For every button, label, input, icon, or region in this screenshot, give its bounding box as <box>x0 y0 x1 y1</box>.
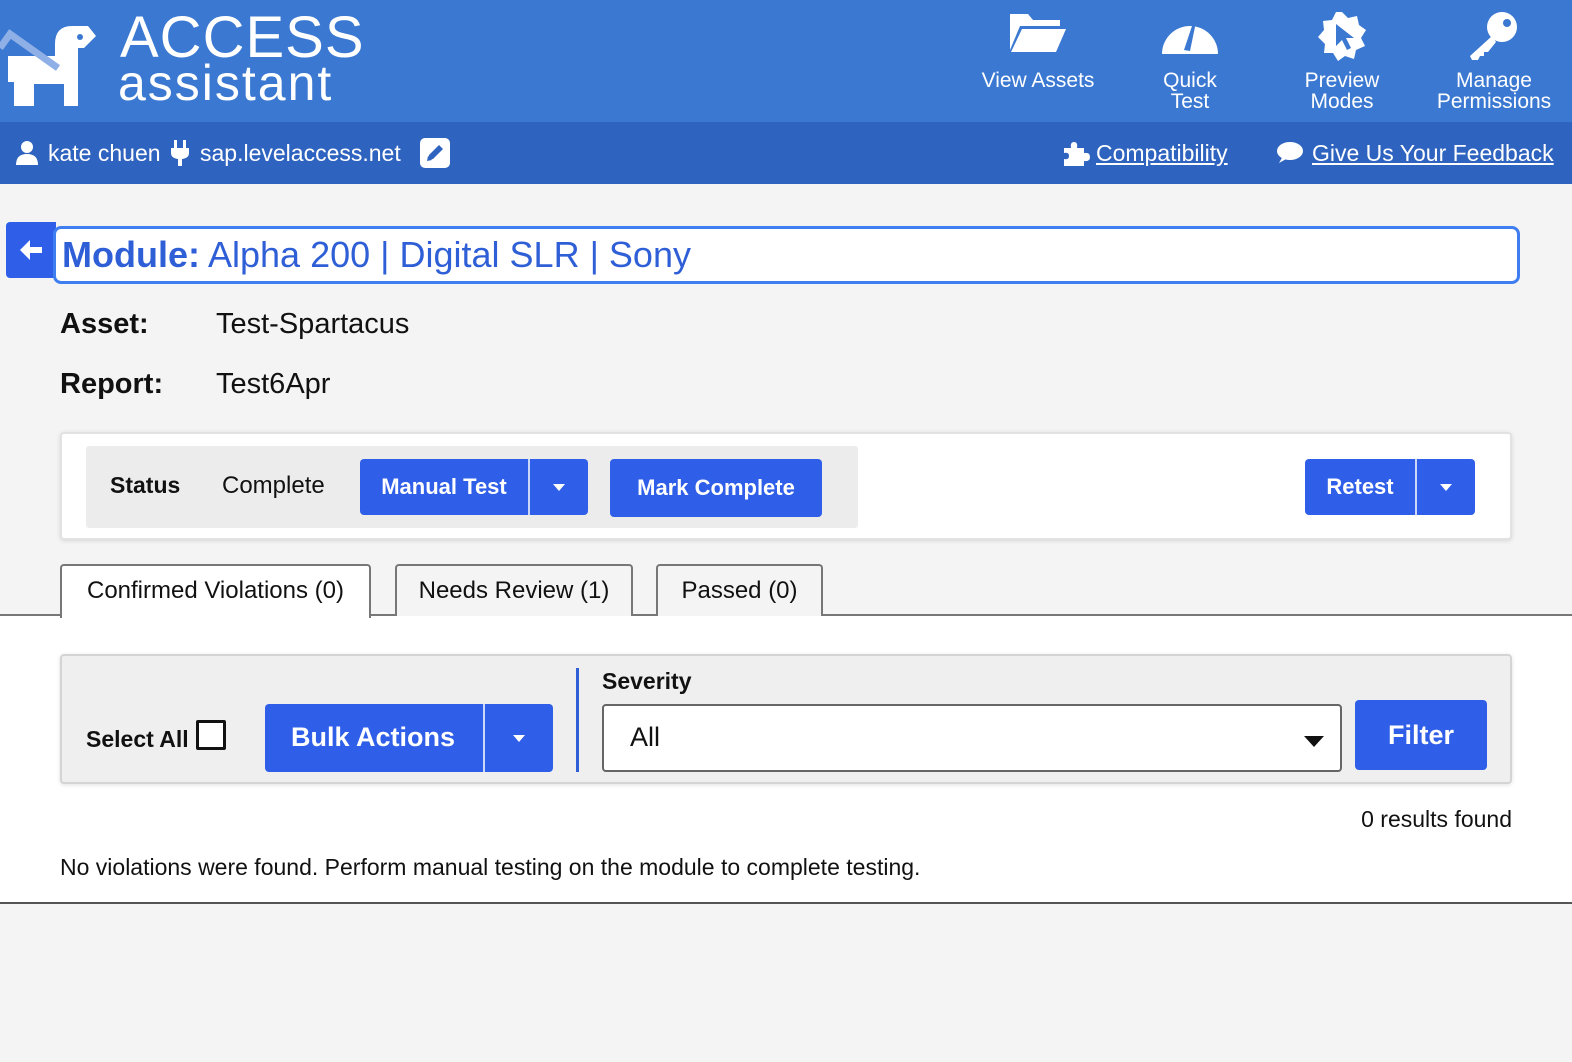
retest-button[interactable]: Retest <box>1305 459 1415 515</box>
tab-confirmed-violations[interactable]: Confirmed Violations (0) <box>60 564 371 618</box>
status-group: Status Complete Manual Test Mark Complet… <box>86 446 858 528</box>
manual-test-button[interactable]: Manual Test <box>360 459 528 515</box>
access-assistant-logo[interactable]: ACCESS assistant <box>0 0 364 122</box>
mark-complete-button[interactable]: Mark Complete <box>610 459 822 517</box>
key-icon <box>1470 12 1517 60</box>
user-name: kate chuen <box>48 140 161 166</box>
puzzle-icon <box>1064 142 1090 166</box>
results-count: 0 results found <box>1361 806 1512 832</box>
severity-selected-value: All <box>630 722 661 752</box>
results-content: Select All Bulk Actions Severity All Fil… <box>0 614 1572 904</box>
folder-open-icon <box>1010 14 1066 52</box>
filter-panel: Select All Bulk Actions Severity All Fil… <box>60 654 1512 784</box>
cursor-badge-icon <box>1318 12 1366 61</box>
select-all-checkbox[interactable] <box>196 720 226 750</box>
user-icon <box>16 141 38 165</box>
chat-bubble-icon <box>1277 142 1303 163</box>
bulk-actions-split-button: Bulk Actions <box>265 704 553 772</box>
nav-manage-permissions-label: Manage Permissions <box>1436 69 1552 113</box>
asset-label: Asset: <box>60 308 149 340</box>
bulk-actions-button[interactable]: Bulk Actions <box>265 704 481 772</box>
logo-text-assistant: assistant <box>118 55 334 111</box>
nav-view-assets-label: View Assets <box>981 69 1095 92</box>
caret-down-icon <box>1440 484 1452 491</box>
feedback-link[interactable]: Give Us Your Feedback <box>1312 122 1554 184</box>
speedometer-icon <box>1162 20 1218 54</box>
status-panel: Status Complete Manual Test Mark Complet… <box>60 432 1512 540</box>
arrow-left-icon <box>20 240 42 260</box>
dog-logo-icon <box>0 26 96 106</box>
filter-divider <box>576 668 579 772</box>
module-title: Module: Alpha 200 | Digital SLR | Sony <box>53 226 1520 284</box>
tab-passed[interactable]: Passed (0) <box>656 564 823 616</box>
report-value: Test6Apr <box>216 368 331 400</box>
bulk-actions-dropdown-toggle[interactable] <box>483 704 553 772</box>
select-all-label: Select All <box>86 726 189 752</box>
asset-value: Test-Spartacus <box>216 308 410 340</box>
report-label: Report: <box>60 368 164 400</box>
module-name: Alpha 200 | Digital SLR | Sony <box>208 234 691 275</box>
nav-preview-modes[interactable]: Preview Modes <box>1288 0 1396 122</box>
retest-split-button: Retest <box>1305 459 1475 515</box>
edit-server-icon[interactable] <box>420 138 450 168</box>
back-button[interactable] <box>6 222 56 278</box>
nav-manage-permissions[interactable]: Manage Permissions <box>1430 0 1558 122</box>
module-label: Module: <box>62 234 200 275</box>
filter-button[interactable]: Filter <box>1355 700 1487 770</box>
manual-test-split-button: Manual Test <box>360 459 588 515</box>
top-header: ACCESS assistant View Assets Quick Test <box>0 0 1572 122</box>
severity-label: Severity <box>602 668 692 694</box>
status-label: Status <box>110 472 181 498</box>
manual-test-dropdown-toggle[interactable] <box>528 459 588 515</box>
plug-icon <box>171 140 189 166</box>
nav-view-assets[interactable]: View Assets <box>972 0 1104 122</box>
nav-quick-test-label: Quick Test <box>1163 69 1217 113</box>
sub-header: kate chuen sap.levelaccess.net Compatibi… <box>0 122 1572 184</box>
compatibility-link[interactable]: Compatibility <box>1096 122 1228 184</box>
nav-preview-modes-label: Preview Modes <box>1304 69 1380 113</box>
server-name: sap.levelaccess.net <box>200 140 401 166</box>
results-message: No violations were found. Perform manual… <box>60 854 921 880</box>
severity-select[interactable]: All <box>602 704 1342 772</box>
retest-dropdown-toggle[interactable] <box>1415 459 1475 515</box>
caret-down-icon <box>1304 736 1324 747</box>
caret-down-icon <box>513 735 525 742</box>
tab-needs-review[interactable]: Needs Review (1) <box>395 564 633 616</box>
status-value: Complete <box>222 472 325 499</box>
caret-down-icon <box>553 484 565 491</box>
nav-quick-test[interactable]: Quick Test <box>1140 0 1240 122</box>
